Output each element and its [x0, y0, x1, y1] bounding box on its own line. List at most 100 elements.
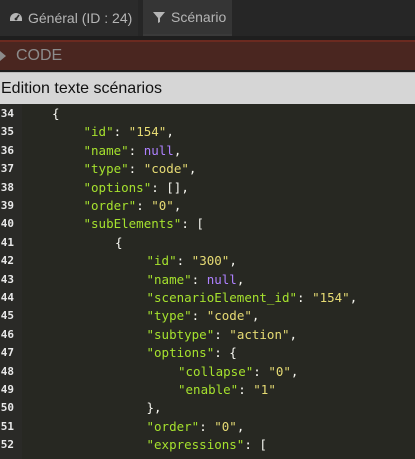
- code-line[interactable]: 45 "type": "code",: [0, 307, 415, 325]
- code-line[interactable]: 36 "name": null,: [0, 142, 415, 160]
- code-token: :: [136, 198, 152, 213]
- code-text: "collapse": "0",: [178, 363, 298, 381]
- code-token: "order": [146, 418, 200, 434]
- code-text: "id": "154",: [84, 123, 174, 141]
- code-text: "name": null,: [84, 142, 182, 160]
- code-token: :: [113, 124, 129, 140]
- editor-title: Edition texte scénarios: [1, 79, 162, 97]
- code-token: null: [206, 271, 237, 287]
- code-text: },: [147, 399, 162, 417]
- code-token: :: [238, 382, 254, 397]
- code-token: : [: [244, 437, 267, 453]
- code-token: :: [176, 253, 192, 269]
- code-line[interactable]: 49 "enable": "1": [0, 381, 415, 399]
- code-text: "scenarioElement_id": "154",: [147, 289, 358, 307]
- code-token: "type": [83, 161, 129, 177]
- line-number: 46: [0, 327, 14, 341]
- line-number: 51: [0, 419, 14, 433]
- code-token: null: [143, 142, 174, 158]
- code-text: {: [52, 105, 60, 123]
- collapse-triangle-icon: [0, 51, 6, 61]
- code-token: :: [191, 308, 207, 324]
- code-line[interactable]: 40 "subElements": [: [0, 215, 415, 233]
- code-token: "subElements": [83, 216, 182, 232]
- line-number: 38: [0, 180, 14, 194]
- code-token: ,: [251, 308, 260, 324]
- tab-bar: Général (ID : 24) Scénario: [0, 0, 415, 36]
- code-token: "300": [191, 253, 230, 269]
- code-token: :: [253, 363, 269, 379]
- code-line[interactable]: 46 "subtype": "action",: [0, 326, 415, 344]
- code-token: "options": [83, 179, 152, 195]
- editor-title-bar: Edition texte scénarios: [0, 72, 415, 104]
- line-number: 40: [0, 217, 14, 231]
- line-number: 47: [0, 346, 14, 360]
- code-token: "1": [253, 382, 276, 397]
- code-line[interactable]: 48 "collapse": "0",: [0, 363, 415, 381]
- code-line[interactable]: 52 "expressions": [: [0, 436, 415, 454]
- code-token: :: [191, 271, 207, 287]
- code-token: : [],: [151, 179, 189, 195]
- code-token: {: [115, 234, 123, 250]
- line-number: 45: [0, 309, 14, 323]
- code-text: {: [115, 234, 123, 252]
- code-token: {: [52, 106, 60, 121]
- line-number: 43: [0, 272, 14, 286]
- code-text: "type": "code",: [84, 160, 197, 178]
- code-text: "expressions": [: [147, 436, 267, 454]
- code-token: "enable": [178, 382, 239, 397]
- code-token: "order": [83, 198, 137, 213]
- code-text: "order": "0",: [147, 418, 245, 436]
- code-token: "154": [128, 124, 167, 140]
- code-token: "scenarioElement_id": [146, 290, 298, 305]
- code-token: : {: [214, 345, 237, 361]
- code-token: "code": [143, 161, 189, 177]
- code-token: :: [128, 161, 144, 177]
- code-line[interactable]: 34 {: [0, 105, 415, 123]
- code-token: :: [199, 418, 215, 434]
- code-token: ,: [173, 142, 182, 158]
- code-token: "type": [146, 308, 192, 324]
- line-number: 42: [0, 254, 14, 268]
- code-text: "enable": "1": [178, 381, 276, 399]
- code-token: ,: [290, 363, 299, 379]
- code-token: ,: [188, 161, 197, 177]
- code-line[interactable]: 35 "id": "154",: [0, 123, 415, 141]
- code-line[interactable]: 43 "name": null,: [0, 271, 415, 289]
- code-text: "order": "0",: [84, 197, 182, 215]
- tab-scenario[interactable]: Scénario: [143, 0, 232, 36]
- code-section-label: CODE: [16, 47, 63, 64]
- code-line[interactable]: 39 "order": "0",: [0, 197, 415, 215]
- code-line[interactable]: 47 "options": {: [0, 344, 415, 362]
- code-token: "action": [229, 326, 290, 342]
- code-line[interactable]: 41 {: [0, 234, 415, 252]
- line-number: 44: [0, 291, 14, 304]
- code-token: "154": [312, 290, 350, 305]
- code-token: "id": [146, 253, 177, 269]
- code-text: "name": null,: [147, 271, 245, 289]
- code-editor[interactable]: 34 {35 "id": "154", 36 "name": null, 37 "type"…: [0, 104, 415, 459]
- code-token: :: [214, 326, 230, 342]
- code-token: "id": [83, 124, 114, 140]
- code-line[interactable]: 37 "type": "code",: [0, 160, 415, 178]
- code-line[interactable]: 38 "options": [],: [0, 179, 415, 197]
- code-token: ,: [166, 124, 174, 140]
- code-line[interactable]: 42 "id": "300",: [0, 252, 415, 270]
- code-line[interactable]: 50},: [0, 399, 415, 417]
- code-token: ,: [236, 418, 245, 434]
- line-number: 49: [0, 383, 14, 396]
- code-token: :: [297, 290, 313, 305]
- code-token: "collapse": [178, 363, 254, 379]
- code-line[interactable]: 51 "order": "0",: [0, 418, 415, 436]
- line-number: 41: [0, 235, 14, 249]
- code-token: "name": [146, 271, 192, 287]
- code-token: : [: [181, 216, 204, 232]
- code-line[interactable]: 44 "scenarioElement_id": "154",: [0, 289, 415, 307]
- code-section-header[interactable]: CODE: [0, 40, 415, 70]
- code-token: ,: [229, 253, 237, 269]
- tab-general[interactable]: Général (ID : 24): [0, 0, 138, 36]
- code-token: ,: [349, 290, 358, 305]
- code-text: "subElements": [: [84, 215, 204, 233]
- code-token: "0": [268, 363, 291, 379]
- code-token: "0": [214, 418, 237, 434]
